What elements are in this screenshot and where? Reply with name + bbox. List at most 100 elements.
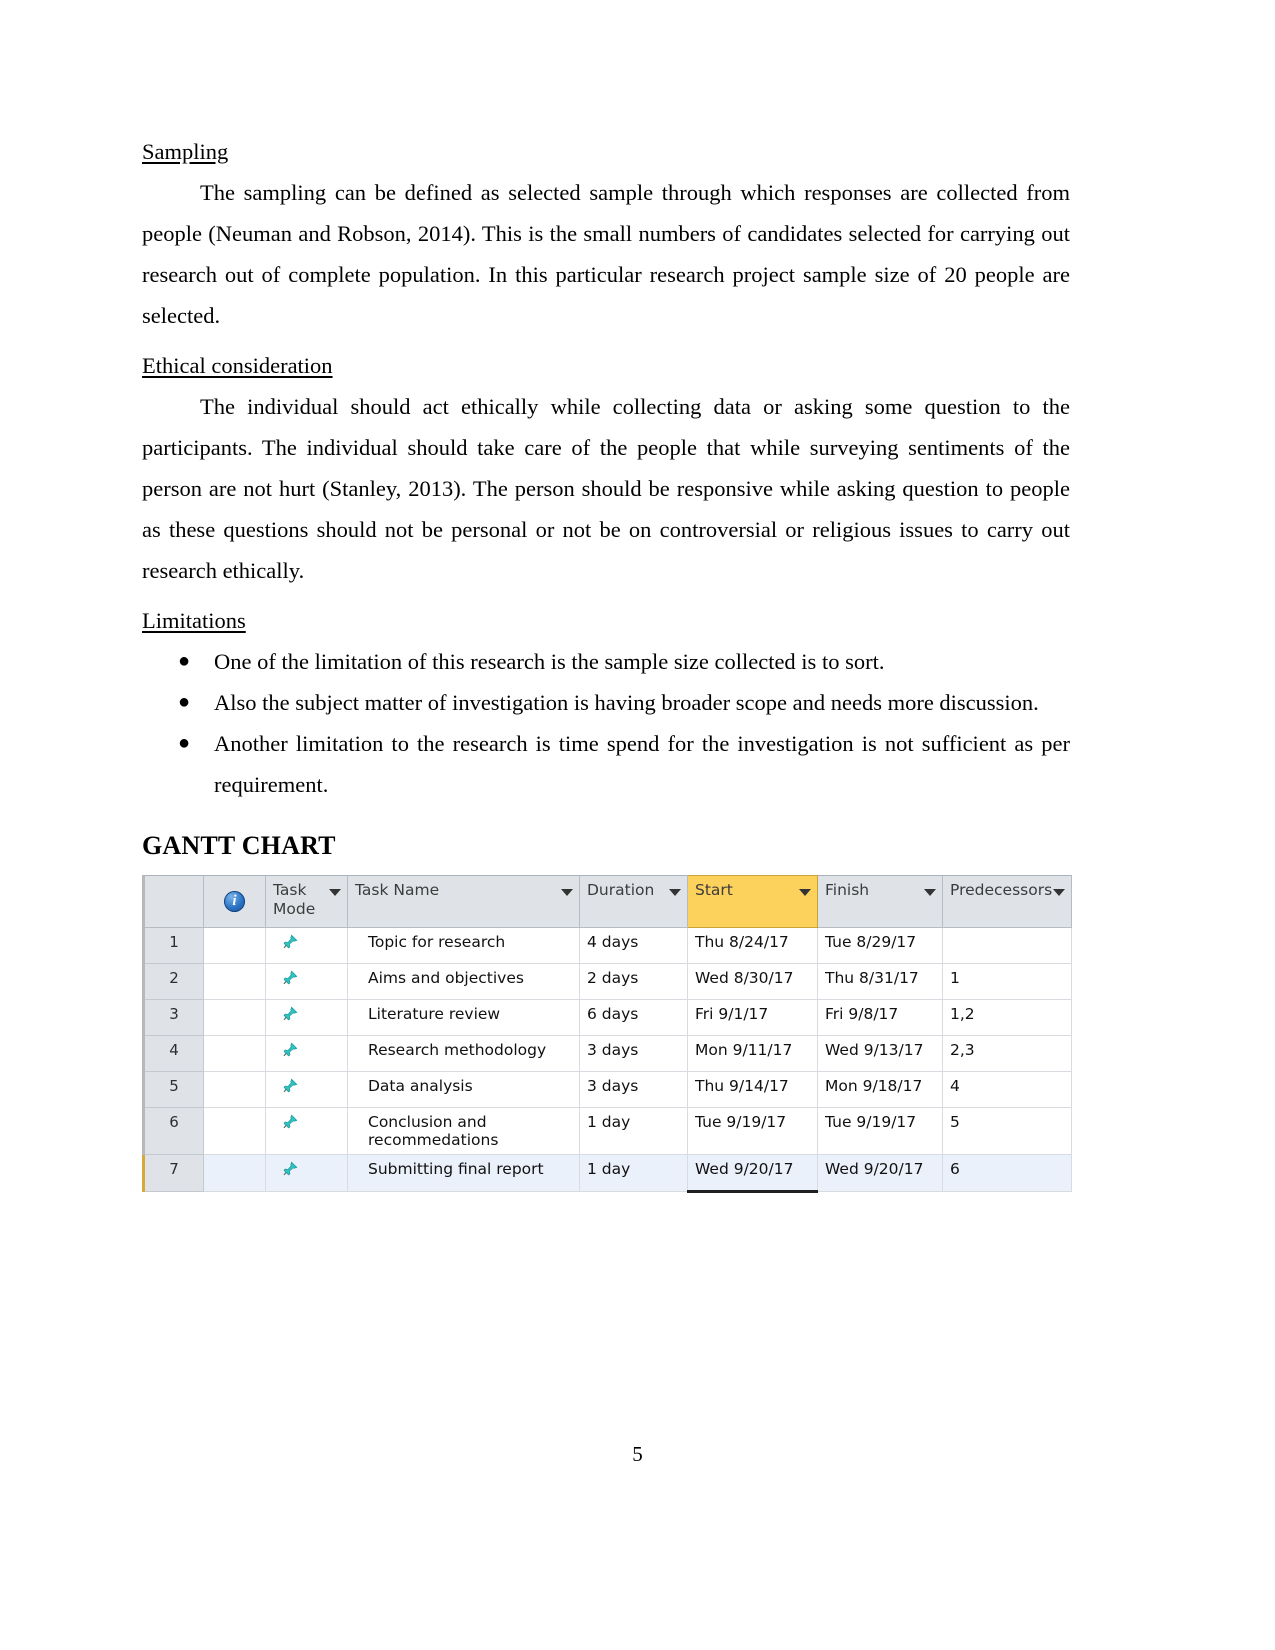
info-icon: i xyxy=(224,891,245,913)
duration-cell[interactable]: 3 days xyxy=(579,1035,688,1073)
chevron-down-icon[interactable] xyxy=(669,889,681,897)
column-header-duration[interactable]: Duration xyxy=(579,875,688,929)
indicator-cell[interactable] xyxy=(203,1035,266,1073)
task-name-cell[interactable]: Literature review xyxy=(347,999,580,1037)
finish-date-cell[interactable]: Wed 9/13/17 xyxy=(817,1035,943,1073)
finish-date-cell[interactable]: Wed 9/20/17 xyxy=(817,1154,943,1193)
column-header-task-mode[interactable]: Task Mode xyxy=(265,875,348,929)
page-number: 5 xyxy=(632,1442,643,1466)
finish-date-cell[interactable]: Mon 9/18/17 xyxy=(817,1071,943,1109)
task-name-cell[interactable]: Submitting final report xyxy=(347,1154,580,1193)
paragraph-ethical-consideration: The individual should act ethically whil… xyxy=(142,394,1070,584)
predecessors-cell[interactable]: 1 xyxy=(942,963,1072,1001)
section-heading-sampling: Sampling xyxy=(142,139,229,164)
column-header-task-name[interactable]: Task Name xyxy=(347,875,580,929)
indicator-cell[interactable] xyxy=(203,963,266,1001)
finish-date-cell[interactable]: Tue 9/19/17 xyxy=(817,1107,943,1156)
predecessors-cell[interactable]: 4 xyxy=(942,1071,1072,1109)
task-mode-cell[interactable] xyxy=(265,1035,348,1073)
column-header-label: Start xyxy=(695,881,733,900)
start-date-cell[interactable]: Fri 9/1/17 xyxy=(687,999,818,1037)
table-row[interactable]: 2 Aims and objectives 2 days Wed 8/30/17 Thu… xyxy=(143,963,1072,1001)
task-name-cell[interactable]: Aims and objectives xyxy=(347,963,580,1001)
gantt-task-table[interactable]: i Task Mode Task Name Duration Start Fin… xyxy=(142,875,1072,1194)
finish-date-cell[interactable]: Tue 8/29/17 xyxy=(817,927,943,965)
predecessors-cell[interactable] xyxy=(942,927,1072,965)
column-header-label: Duration xyxy=(587,881,655,900)
indicator-cell[interactable] xyxy=(203,1071,266,1109)
pushpin-icon xyxy=(280,1078,298,1096)
row-number-cell[interactable]: 5 xyxy=(143,1071,204,1109)
duration-cell[interactable]: 6 days xyxy=(579,999,688,1037)
task-mode-cell[interactable] xyxy=(265,1071,348,1109)
duration-cell[interactable]: 1 day xyxy=(579,1154,688,1193)
start-date-cell[interactable]: Tue 9/19/17 xyxy=(687,1107,818,1156)
duration-cell[interactable]: 2 days xyxy=(579,963,688,1001)
start-date-cell[interactable]: Wed 8/30/17 xyxy=(687,963,818,1001)
task-mode-cell[interactable] xyxy=(265,927,348,965)
column-header-row-number xyxy=(143,875,204,929)
start-date-cell[interactable]: Mon 9/11/17 xyxy=(687,1035,818,1073)
indicator-cell[interactable] xyxy=(203,1107,266,1156)
duration-cell[interactable]: 1 day xyxy=(579,1107,688,1156)
indicator-cell[interactable] xyxy=(203,999,266,1037)
task-mode-cell[interactable] xyxy=(265,999,348,1037)
predecessors-cell[interactable]: 5 xyxy=(942,1107,1072,1156)
chevron-down-icon[interactable] xyxy=(924,889,936,897)
indicator-cell[interactable] xyxy=(203,927,266,965)
column-header-label: Task Name xyxy=(355,881,440,900)
task-name-cell[interactable]: Research methodology xyxy=(347,1035,580,1073)
row-number-cell[interactable]: 6 xyxy=(143,1107,204,1156)
column-header-label: Predecessors xyxy=(950,881,1053,900)
row-number-cell[interactable]: 7 xyxy=(143,1154,204,1193)
finish-date-cell[interactable]: Fri 9/8/17 xyxy=(817,999,943,1037)
list-item-text: Also the subject matter of investigation… xyxy=(214,690,1039,716)
column-header-predecessors[interactable]: Predecessors xyxy=(942,875,1072,929)
row-number-cell[interactable]: 3 xyxy=(143,999,204,1037)
gantt-table-container: i Task Mode Task Name Duration Start Fin… xyxy=(142,875,1072,1194)
task-mode-cell[interactable] xyxy=(265,1107,348,1156)
task-mode-cell[interactable] xyxy=(265,1154,348,1193)
pushpin-icon xyxy=(280,934,298,952)
predecessors-cell[interactable]: 6 xyxy=(942,1154,1072,1193)
task-mode-cell[interactable] xyxy=(265,963,348,1001)
gantt-chart-title: GANTT CHART xyxy=(142,831,336,861)
start-date-cell[interactable]: Wed 9/20/17 xyxy=(687,1154,818,1194)
chevron-down-icon[interactable] xyxy=(329,889,341,897)
task-name-cell[interactable]: Data analysis xyxy=(347,1071,580,1109)
table-row[interactable]: 3 Literature review 6 days Fri 9/1/17 Fri 9/… xyxy=(143,999,1072,1037)
row-number-cell[interactable]: 2 xyxy=(143,963,204,1001)
column-header-finish[interactable]: Finish xyxy=(817,875,943,929)
start-date-cell[interactable]: Thu 8/24/17 xyxy=(687,927,818,965)
duration-cell[interactable]: 3 days xyxy=(579,1071,688,1109)
start-date-cell[interactable]: Thu 9/14/17 xyxy=(687,1071,818,1109)
pushpin-icon xyxy=(280,1042,298,1060)
table-row[interactable]: 4 Research methodology 3 days Mon 9/11/17 We… xyxy=(143,1035,1072,1073)
bullet-icon: ● xyxy=(178,732,191,755)
table-row[interactable]: 1 Topic for research 4 days Thu 8/24/17 Tue … xyxy=(143,927,1072,965)
duration-cell[interactable]: 4 days xyxy=(579,927,688,965)
section-heading-limitations: Limitations xyxy=(142,608,246,634)
selected-row-marker xyxy=(142,1154,145,1192)
task-name-cell[interactable]: Conclusion and recommedations xyxy=(347,1107,580,1156)
finish-date-cell[interactable]: Thu 8/31/17 xyxy=(817,963,943,1001)
limitations-list: ● One of the limitation of this research… xyxy=(142,641,1070,805)
chevron-down-icon[interactable] xyxy=(561,889,573,897)
indicator-cell[interactable] xyxy=(203,1154,266,1193)
column-header-indicators[interactable]: i xyxy=(203,875,266,929)
table-row[interactable]: 6 Conclusion and recommedations 1 day Tue 9… xyxy=(143,1107,1072,1156)
predecessors-cell[interactable]: 2,3 xyxy=(942,1035,1072,1073)
table-row[interactable]: 5 Data analysis 3 days Thu 9/14/17 Mon 9/18/… xyxy=(143,1071,1072,1109)
chevron-down-icon[interactable] xyxy=(1053,889,1065,897)
table-header-row: i Task Mode Task Name Duration Start Fin… xyxy=(143,875,1072,929)
predecessors-cell[interactable]: 1,2 xyxy=(942,999,1072,1037)
column-header-start[interactable]: Start xyxy=(687,875,818,929)
gantt-table-body: 1 Topic for research 4 days Thu 8/24/17 Tue … xyxy=(143,927,1072,1194)
row-number-cell[interactable]: 4 xyxy=(143,1035,204,1073)
column-header-label: Finish xyxy=(825,881,870,900)
task-name-cell[interactable]: Topic for research xyxy=(347,927,580,965)
row-number-cell[interactable]: 1 xyxy=(143,927,204,965)
chevron-down-icon[interactable] xyxy=(799,889,811,897)
table-row[interactable]: 7 Submitting final report 1 day Wed 9/20/17… xyxy=(143,1154,1072,1194)
section-heading-ethical-consideration: Ethical consideration xyxy=(142,353,333,379)
